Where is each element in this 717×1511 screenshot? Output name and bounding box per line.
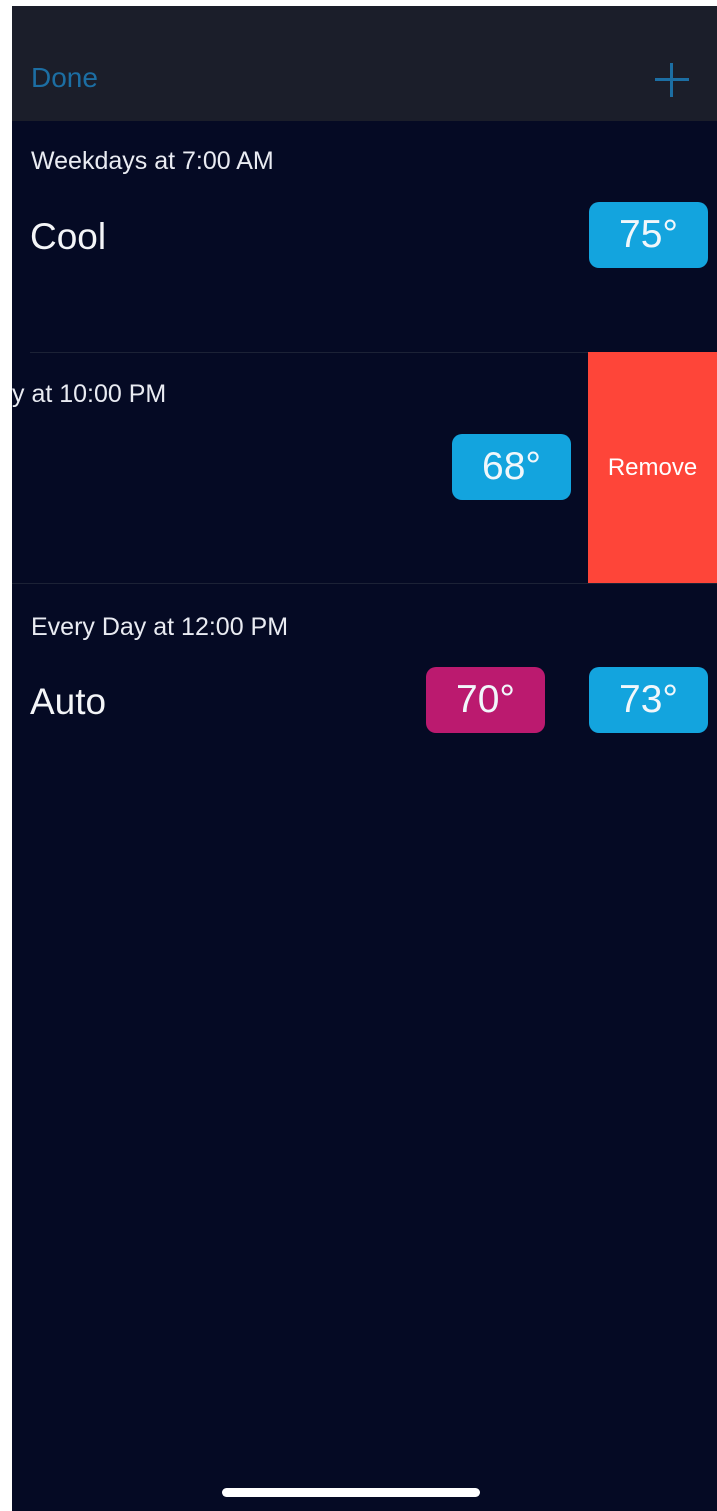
plus-icon[interactable] xyxy=(655,63,689,97)
schedule-screen: Done Weekdays at 7:00 AM Cool 75° y at 1… xyxy=(12,6,717,1511)
remove-button[interactable]: Remove xyxy=(588,352,717,583)
cool-setpoint-button[interactable]: 75° xyxy=(589,202,708,268)
heat-setpoint-button[interactable]: 70° xyxy=(426,667,545,733)
home-indicator xyxy=(222,1488,480,1497)
navigation-bar: Done xyxy=(12,6,717,121)
done-button[interactable]: Done xyxy=(31,62,98,94)
schedule-time-label: Every Day at 12:00 PM xyxy=(31,613,289,641)
cool-setpoint-button[interactable]: 73° xyxy=(589,667,708,733)
schedule-time-label: y at 10:00 PM xyxy=(12,380,167,408)
schedule-mode-label: Cool xyxy=(30,216,107,257)
schedule-mode-label: Auto xyxy=(30,681,107,722)
cool-setpoint-button[interactable]: 68° xyxy=(452,434,571,500)
row-divider xyxy=(12,583,717,584)
schedule-time-label: Weekdays at 7:00 AM xyxy=(31,147,274,175)
